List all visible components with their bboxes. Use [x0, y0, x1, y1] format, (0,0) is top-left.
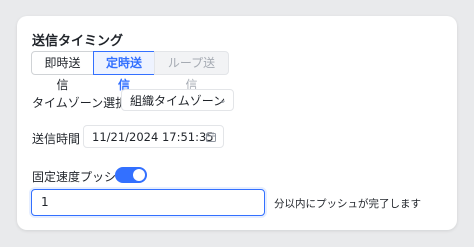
fixed-speed-label: 固定速度プッシュ — [32, 170, 129, 184]
push-minutes-value: 1 — [41, 195, 49, 209]
option-immediate-send[interactable]: 即時送信 — [31, 51, 94, 92]
send-time-value: 11/21/2024 17:51:35 — [92, 130, 214, 144]
section-title: 送信タイミング — [32, 34, 124, 49]
send-time-label: 送信時間 — [32, 132, 81, 146]
timing-segmented-control: 即時送信 定時送信 ループ送信 — [31, 51, 229, 92]
push-minutes-input[interactable]: 1 — [31, 189, 265, 216]
timezone-label: タイムゾーン選択 — [32, 96, 128, 110]
toggle-knob — [133, 169, 145, 181]
timezone-select[interactable]: 組織タイムゾーン ⌄ — [121, 89, 234, 111]
option-loop-send: ループ送信 — [154, 51, 229, 92]
send-time-picker[interactable]: 11/21/2024 17:51:35 — [83, 125, 224, 148]
chevron-down-icon: ⌄ — [218, 95, 227, 106]
push-minutes-suffix: 分以内にプッシュが完了します — [274, 198, 421, 210]
fixed-speed-toggle[interactable] — [115, 167, 147, 183]
calendar-icon[interactable] — [206, 132, 216, 142]
timezone-value: 組織タイムゾーン — [130, 94, 226, 108]
option-scheduled-send[interactable]: 定時送信 — [93, 51, 155, 92]
